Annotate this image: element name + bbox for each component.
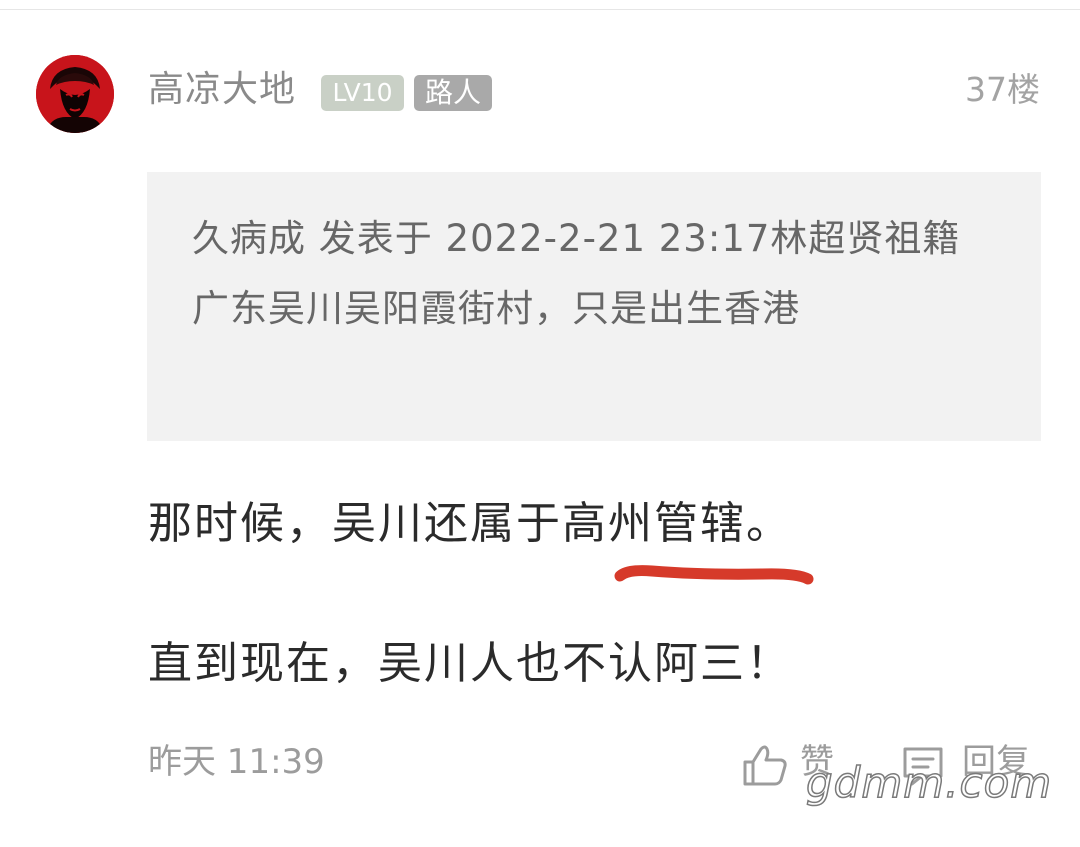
role-badge: 路人 xyxy=(414,75,492,111)
site-watermark: gdmm.com xyxy=(805,757,1053,808)
floor-number: 37楼 xyxy=(965,70,1040,109)
top-divider xyxy=(0,9,1080,10)
level-badge: LV10 xyxy=(321,75,404,111)
thumbs-up-icon xyxy=(743,745,787,786)
post-content-line-1: 那时候，吴川还属于高州管辖。 xyxy=(148,498,792,549)
post-content-line-2: 直到现在，吴川人也不认阿三！ xyxy=(148,638,792,689)
username[interactable]: 高凉大地 xyxy=(148,64,296,116)
avatar[interactable] xyxy=(36,55,114,133)
quote-block: 久病成 发表于 2022-2-21 23:17林超贤祖籍广东吴川吴阳霞街村，只是… xyxy=(147,172,1041,441)
post-time: 昨天 11:39 xyxy=(148,742,325,782)
red-underline-annotation xyxy=(614,565,814,585)
avatar-portrait-icon xyxy=(36,55,114,133)
quote-text: 久病成 发表于 2022-2-21 23:17林超贤祖籍广东吴川吴阳霞街村，只是… xyxy=(192,217,961,330)
